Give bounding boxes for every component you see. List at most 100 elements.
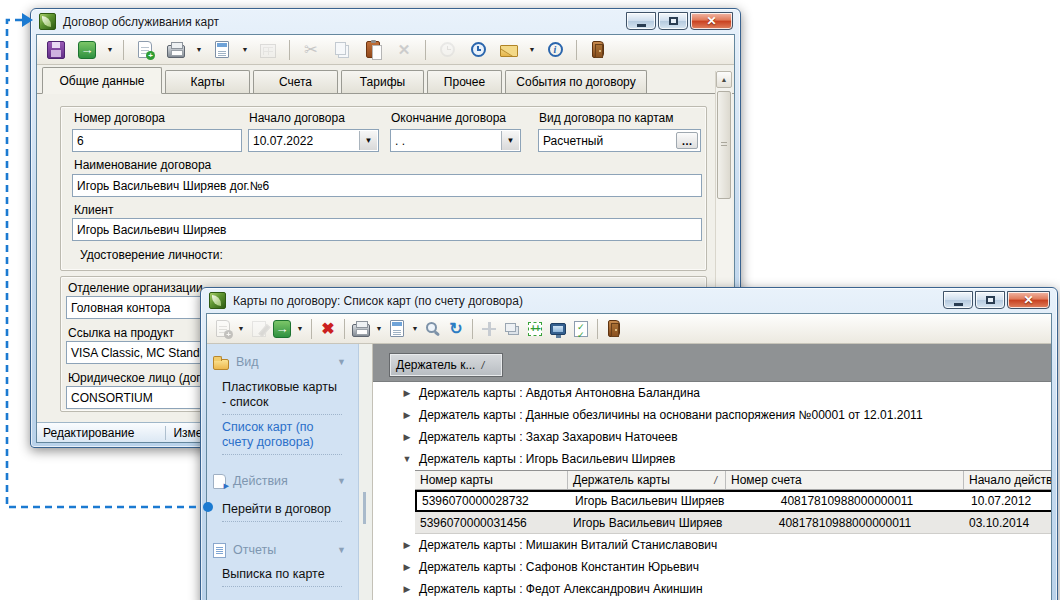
identity-label: Удостоверение личности: [80, 248, 223, 262]
new-dropdown[interactable]: ▼ [235, 317, 247, 341]
group-column-button[interactable]: Держатель к.../ [389, 353, 503, 377]
save-button[interactable] [42, 38, 70, 62]
table-row[interactable]: 5396070000031456 Игорь Васильевич Ширяев… [415, 512, 1051, 534]
end-date-dropdown[interactable]: ▼ [501, 131, 519, 150]
report-dropdown[interactable]: ▼ [409, 317, 421, 341]
sidebar-item-goto-contract[interactable]: Перейти в договор [222, 502, 342, 522]
columns-icon [528, 322, 542, 336]
col-start-date[interactable]: Начало действия [964, 471, 1051, 489]
checklist-button[interactable] [570, 317, 592, 341]
group-row[interactable]: ▶Держатель карты : Мишакин Виталий Стани… [373, 534, 1051, 556]
client-field[interactable]: Игорь Васильевич Ширяев [72, 218, 702, 241]
cut-button [297, 38, 325, 62]
view-button[interactable] [547, 317, 569, 341]
print-button[interactable] [162, 38, 190, 62]
table-row-selected[interactable]: 5396070000028732 Игорь Васильевич Ширяев… [415, 490, 1051, 512]
col-card-number[interactable]: Номер карты [415, 471, 568, 489]
new-document-icon [216, 320, 230, 337]
search-button[interactable] [422, 317, 444, 341]
exit-button[interactable] [584, 38, 612, 62]
columns-button[interactable] [524, 317, 546, 341]
window2-title: Карты по договору: Список карт (по счету… [233, 294, 523, 308]
contract-name-label: Наименование договора [74, 158, 211, 172]
pin-button[interactable] [478, 317, 500, 341]
close-button[interactable]: ✕ [1007, 291, 1050, 309]
sidebar-item-cards-by-account[interactable]: Список карт (по счету договора) [222, 420, 342, 455]
sidebar-section-reports[interactable]: Отчеты ▼ [213, 540, 352, 560]
section-view-label: Вид [236, 355, 259, 369]
exit-button[interactable] [603, 317, 625, 341]
export-dropdown[interactable]: ▼ [104, 38, 116, 62]
export-button[interactable] [73, 38, 101, 62]
minimize-button[interactable] [943, 291, 973, 309]
app-icon [209, 292, 226, 309]
print-icon [167, 45, 185, 58]
maximize-button[interactable] [658, 12, 688, 30]
collapse-icon[interactable]: ▼ [337, 545, 346, 555]
exit-icon [608, 320, 620, 337]
export-dropdown[interactable]: ▼ [294, 317, 306, 341]
tab-events[interactable]: События по договору [505, 70, 647, 93]
maximize-button[interactable] [975, 291, 1005, 309]
refresh-button[interactable] [445, 317, 467, 341]
start-date-field[interactable]: 10.07.2022 ▼ [248, 129, 379, 152]
paste-button[interactable] [359, 38, 387, 62]
info-icon [548, 42, 563, 57]
group-row[interactable]: ▶Держатель карты : Данные обезличины на … [373, 404, 1051, 426]
tab-general[interactable]: Общие данные [42, 67, 162, 94]
export-button[interactable] [271, 317, 293, 341]
collapse-icon[interactable]: ▼ [337, 357, 346, 367]
report-dropdown[interactable]: ▼ [239, 38, 251, 62]
window2-titlebar[interactable]: Карты по договору: Список карт (по счету… [201, 288, 1057, 313]
sidebar-item-plastic-cards[interactable]: Пластиковые карты - список [222, 380, 342, 415]
copy-icon [335, 42, 346, 55]
end-date-field[interactable]: . . ▼ [390, 129, 521, 152]
window2-sidebar: Вид ▼ Пластиковые карты - список Список … [207, 344, 359, 600]
pin-icon [482, 322, 496, 336]
cards-list: Держатель к.../ ▶Держатель карты : Авдот… [373, 344, 1051, 600]
collapse-icon[interactable]: ▼ [337, 476, 346, 486]
delete-button [390, 38, 418, 62]
export-icon [78, 41, 96, 59]
tab-tariffs[interactable]: Тарифы [341, 70, 424, 93]
col-holder[interactable]: Держатель карты/ [568, 471, 726, 489]
copies-button[interactable] [501, 317, 523, 341]
tab-accounts[interactable]: Счета [253, 70, 338, 93]
contract-name-field[interactable]: Игорь Васильевич Ширяев дог.№6 [72, 174, 702, 197]
sidebar-section-actions[interactable]: Действия ▼ [213, 471, 352, 491]
minimize-button[interactable] [626, 12, 656, 30]
tab-other[interactable]: Прочее [427, 70, 502, 93]
group-row[interactable]: ▶Держатель карты : Федот Александрович А… [373, 578, 1051, 600]
group-row[interactable]: ▶Держатель карты : Авдотья Антоновна Бал… [373, 382, 1051, 404]
sidebar-section-view[interactable]: Вид ▼ [213, 352, 352, 372]
status-mode: Редактирование [43, 426, 134, 440]
group-row[interactable]: ▶Держатель карты : Сафонов Константин Юр… [373, 556, 1051, 578]
contract-type-picker[interactable]: … [676, 132, 698, 149]
tab-cards[interactable]: Карты [165, 70, 250, 93]
report-button[interactable] [386, 317, 408, 341]
sidebar-item-card-statement[interactable]: Выписка по карте [222, 567, 342, 587]
close-button[interactable]: ✕ [690, 12, 733, 30]
mail-button[interactable] [495, 38, 523, 62]
print-dropdown[interactable]: ▼ [373, 317, 385, 341]
table-icon [260, 44, 276, 58]
delete-icon [321, 319, 334, 338]
scroll-thumb[interactable] [717, 91, 731, 199]
sidebar-splitter[interactable] [359, 344, 373, 600]
info-button[interactable] [541, 38, 569, 62]
new-document-button[interactable] [131, 38, 159, 62]
delete-button[interactable] [317, 317, 339, 341]
contract-type-field[interactable]: Расчетный … [538, 129, 701, 152]
table-header[interactable]: Номер карты Держатель карты/ Номер счета… [415, 470, 1051, 490]
history-button[interactable] [464, 38, 492, 62]
contract-number-field[interactable]: 6 [72, 129, 242, 152]
mail-dropdown[interactable]: ▼ [526, 38, 538, 62]
report-button[interactable] [208, 38, 236, 62]
col-account[interactable]: Номер счета [726, 471, 964, 489]
group-row-expanded[interactable]: ▼Держатель карты : Игорь Васильевич Ширя… [373, 448, 1051, 470]
print-dropdown[interactable]: ▼ [193, 38, 205, 62]
print-button[interactable] [350, 317, 372, 341]
scroll-up-button[interactable]: ▲ [716, 71, 732, 88]
group-row[interactable]: ▶Держатель карты : Захар Захарович Наточ… [373, 426, 1051, 448]
start-date-dropdown[interactable]: ▼ [359, 131, 377, 150]
